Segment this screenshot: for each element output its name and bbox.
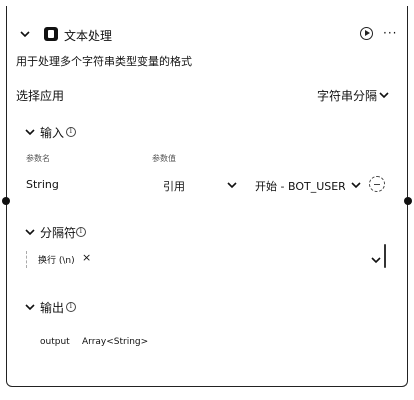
output-name: output [40, 337, 70, 347]
output-port[interactable] [404, 197, 412, 205]
separator-chevron-down-icon[interactable] [370, 254, 382, 266]
param-type-chevron-down-icon[interactable] [226, 179, 238, 191]
play-icon[interactable] [360, 27, 373, 40]
input-collapse-chevron-icon[interactable] [24, 126, 36, 138]
input-section-title: 输入 [40, 126, 65, 140]
info-icon[interactable] [66, 301, 76, 312]
param-type-select[interactable]: 引用 [163, 178, 185, 194]
param-name-field[interactable]: String [26, 178, 59, 191]
scrollbar[interactable] [384, 244, 386, 268]
output-type: Array<String> [82, 337, 149, 347]
app-select-value[interactable]: 字符串分隔 [317, 87, 377, 104]
chevron-down-icon[interactable] [19, 28, 31, 40]
param-value-header: 参数值 [152, 154, 176, 163]
param-value-chevron-down-icon[interactable] [350, 179, 362, 191]
node-description: 用于处理多个字符串类型变量的格式 [16, 55, 192, 68]
output-section-title: 输出 [40, 301, 65, 315]
app-label: 选择应用 [16, 89, 65, 103]
separator-select[interactable] [26, 251, 386, 268]
remove-param-icon[interactable] [369, 176, 385, 192]
separator-section-title: 分隔符 [40, 226, 77, 240]
output-collapse-chevron-icon[interactable] [24, 301, 36, 313]
separator-collapse-chevron-icon[interactable] [24, 226, 36, 238]
param-name-header: 参数名 [26, 154, 50, 163]
input-port[interactable] [2, 197, 10, 205]
tag-close-icon[interactable]: × [82, 251, 91, 264]
param-value-field[interactable]: 开始 - BOT_USER [255, 178, 345, 194]
more-icon[interactable]: ··· [383, 26, 397, 40]
app-select-chevron-down-icon[interactable] [378, 89, 390, 101]
info-icon[interactable] [66, 126, 76, 137]
separator-tag: 换行 (\n) [38, 256, 75, 266]
node-title: 文本处理 [64, 29, 113, 43]
text-node-icon [44, 27, 58, 41]
info-icon[interactable] [76, 226, 86, 237]
